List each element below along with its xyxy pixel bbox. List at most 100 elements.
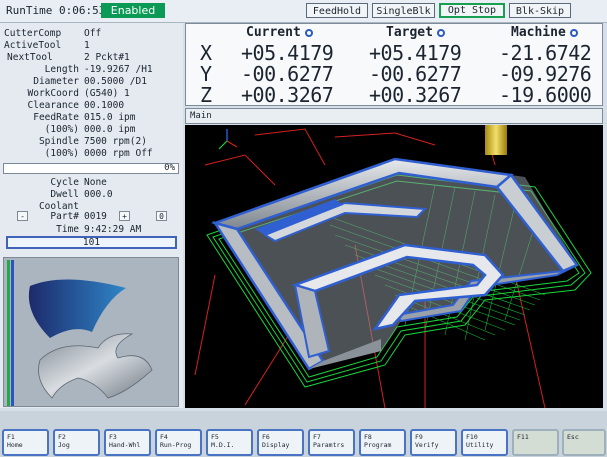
param-row-feedrate: FeedRate 015.0 ipm — [0, 112, 183, 123]
f4-run-prog-button[interactable]: F4 Run-Prog — [155, 429, 202, 456]
f7-paramtrs-button[interactable]: F7 Paramtrs — [308, 429, 355, 456]
param-value: 0000 rpm Off — [84, 148, 153, 159]
param-label: (100%) — [44, 124, 79, 135]
fkey-id: F11 — [517, 433, 529, 441]
fkey-label: Jog — [58, 441, 70, 449]
axis-label-y: Y — [200, 62, 213, 86]
param-value: 0019 — [84, 211, 107, 222]
param-row-spindle-override: (100%) 0000 rpm Off — [0, 148, 183, 159]
param-label: Dwell — [50, 189, 79, 200]
fkey-label: Program — [364, 441, 392, 449]
param-label: Length — [44, 64, 79, 75]
param-row-cycle: Cycle None — [0, 177, 183, 188]
param-label: FeedRate — [33, 112, 79, 123]
f6-display-button[interactable]: F6 Display — [257, 429, 304, 456]
fkey-id: F4 — [160, 433, 168, 441]
param-value: 000.0 — [84, 189, 113, 200]
fkey-label: M.D.I. — [211, 441, 235, 449]
dro-header-target[interactable]: Target — [386, 25, 445, 40]
param-row-length: Length -19.9267 /H1 — [0, 64, 183, 75]
machine-z: -19.6000 — [499, 83, 592, 107]
part-plus-button[interactable]: + — [119, 211, 130, 221]
param-value: 9:42:29 AM — [84, 224, 142, 235]
param-value: Off — [84, 28, 102, 39]
header-label: Target — [386, 25, 433, 40]
target-y: -00.6277 — [369, 62, 462, 86]
fkey-label: Utility — [466, 441, 494, 449]
parameters-panel: CutterComp Off ActiveTool 1 NextTool 2 P… — [0, 23, 183, 408]
fkey-id: Esc — [567, 433, 579, 441]
dro-header-current[interactable]: Current — [246, 25, 313, 40]
current-x: +05.4179 — [241, 41, 334, 65]
feedhold-button[interactable]: FeedHold — [306, 3, 368, 18]
toolpath-viewport[interactable] — [185, 125, 603, 408]
dro-header-machine[interactable]: Machine — [511, 25, 578, 40]
axis-label-z: Z — [200, 83, 213, 107]
cutting-tool — [485, 125, 507, 155]
f8-program-button[interactable]: F8 Program — [359, 429, 406, 456]
opt-stop-button[interactable]: Opt Stop — [439, 3, 505, 18]
runtime-value: 0:06:53 — [58, 4, 106, 17]
fkey-label: Hand-Whl — [109, 441, 141, 449]
param-row-cuttercomp: CutterComp Off — [0, 28, 183, 39]
fkey-id: F1 — [7, 433, 15, 441]
header-label: Machine — [511, 25, 566, 40]
toolpath-graphics — [194, 125, 592, 408]
param-value: 7500 rpm(2) — [84, 136, 147, 147]
fkey-id: F7 — [313, 433, 321, 441]
param-label: WorkCoord — [27, 88, 79, 99]
target-x: +05.4179 — [369, 41, 462, 65]
blk-skip-button[interactable]: Blk-Skip — [509, 3, 571, 18]
runtime-display: RunTime 0:06:53 — [6, 4, 105, 17]
singleblk-button[interactable]: SingleBlk — [372, 3, 435, 18]
param-label: Cycle — [50, 177, 79, 188]
f3-hand-whl-button[interactable]: F3 Hand-Whl — [104, 429, 151, 456]
f5-mdi-button[interactable]: F5 M.D.I. — [206, 429, 253, 456]
param-label: Part# — [50, 211, 79, 222]
fkey-id: F8 — [364, 433, 372, 441]
brand-logo — [7, 260, 153, 406]
refresh-icon[interactable] — [304, 28, 313, 37]
enabled-status-badge: Enabled — [101, 3, 165, 18]
fkey-label: Home — [7, 441, 23, 449]
param-value: 1 — [84, 40, 90, 51]
fkey-id: F3 — [109, 433, 117, 441]
param-row-clearance: Clearance 00.1000 — [0, 100, 183, 111]
param-row-nexttool: NextTool 2 Pckt#1 — [0, 52, 183, 63]
top-status-bar: RunTime 0:06:53 Enabled FeedHold SingleB… — [0, 0, 607, 23]
fkey-id: F6 — [262, 433, 270, 441]
program-progress-bar: 0% — [3, 163, 179, 174]
machine-y: -09.9276 — [499, 62, 592, 86]
refresh-icon[interactable] — [569, 28, 578, 37]
param-row-time: Time 9:42:29 AM — [0, 224, 183, 235]
param-label: (100%) — [44, 148, 79, 159]
param-value: 2 Pckt#1 — [84, 52, 130, 63]
param-label: Time — [56, 224, 79, 235]
fkey-id: F5 — [211, 433, 219, 441]
param-label: Diameter — [33, 76, 79, 87]
refresh-icon[interactable] — [436, 28, 445, 37]
f10-utility-button[interactable]: F10 Utility — [461, 429, 508, 456]
function-key-bar: F1 Home F2 Jog F3 Hand-Whl F4 Run-Prog F5 M.D… — [0, 411, 607, 457]
fkey-id: F10 — [466, 433, 478, 441]
param-value: 00.1000 — [84, 100, 125, 111]
param-label: ActiveTool — [4, 40, 62, 51]
f2-jog-button[interactable]: F2 Jog — [53, 429, 100, 456]
param-row-diameter: Diameter 00.5000 /D1 — [0, 76, 183, 87]
param-value: (G540) 1 — [84, 88, 130, 99]
f11-button[interactable]: F11 — [512, 429, 559, 456]
axis-label-x: X — [200, 41, 213, 65]
param-label: Spindle — [38, 136, 79, 147]
param-row-workcoord: WorkCoord (G540) 1 — [0, 88, 183, 99]
line-number-box: 101 — [6, 236, 177, 249]
param-value: -19.9267 /H1 — [84, 64, 153, 75]
f9-verify-button[interactable]: F9 Verify — [410, 429, 457, 456]
esc-button[interactable]: Esc — [562, 429, 606, 456]
param-label: Clearance — [27, 100, 79, 111]
param-row-dwell: Dwell 000.0 — [0, 189, 183, 200]
part-reset-button[interactable]: 0 — [156, 211, 167, 221]
f1-home-button[interactable]: F1 Home — [2, 429, 49, 456]
param-value: None — [84, 177, 107, 188]
param-row-spindle: Spindle 7500 rpm(2) — [0, 136, 183, 147]
position-readout: Current Target Machine X +05.4179 +05.41… — [185, 23, 603, 106]
